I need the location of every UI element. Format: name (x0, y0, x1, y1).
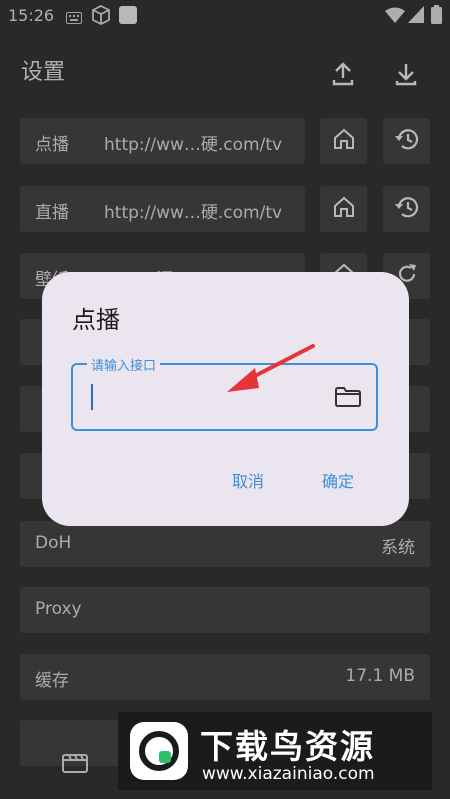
settings-screen: 15:26 设置 点播 http://ww…硬.com/tv 直播 http:/… (0, 0, 450, 799)
dialog-title: 点播 (72, 306, 120, 334)
bird-logo-icon (130, 722, 188, 780)
watermark-url: www.xiazainiao.com (202, 764, 375, 784)
cancel-button[interactable]: 取消 (232, 468, 264, 492)
folder-icon[interactable] (334, 385, 362, 409)
confirm-button[interactable]: 确定 (322, 468, 354, 492)
api-input-label: 请输入接口 (87, 355, 161, 374)
watermark: 下载鸟资源 www.xiazainiao.com (118, 712, 432, 790)
watermark-title: 下载鸟资源 (200, 727, 375, 766)
arrow-annotation-icon (225, 342, 317, 400)
text-caret (91, 384, 93, 410)
